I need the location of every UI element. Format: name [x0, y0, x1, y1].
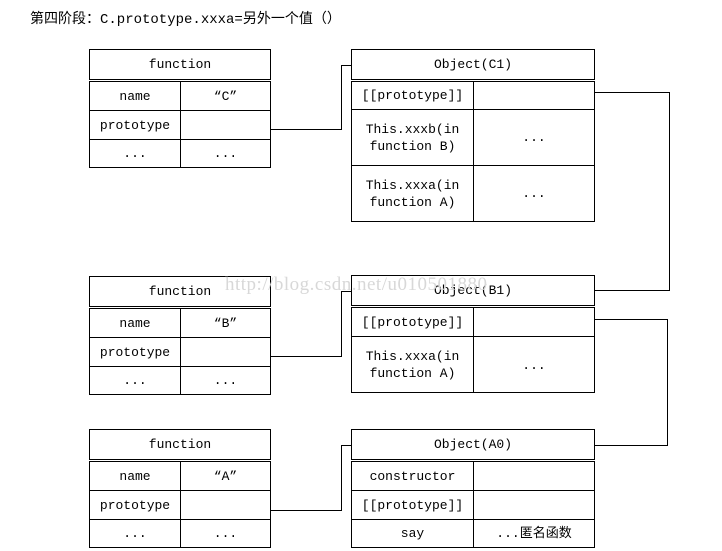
- table-row: name “C”: [90, 82, 270, 111]
- object-c1-header: Object(C1): [351, 49, 595, 80]
- function-a-row-0-value: “A”: [213, 468, 238, 484]
- table-row: name “B”: [90, 309, 270, 338]
- object-b1-table: [[prototype]] This.xxxa(in function A) .…: [351, 307, 595, 393]
- table-row: name “A”: [90, 462, 270, 491]
- connector-b-proto-v: [341, 291, 342, 357]
- object-a0-row-1-value: [474, 491, 594, 519]
- object-b1-row-1-key: This.xxxa(in function A): [352, 337, 474, 393]
- table-row: This.xxxa(in function A) ...: [352, 166, 594, 221]
- connector-c-proto-v: [341, 65, 342, 130]
- object-b1-header: Object(B1): [351, 275, 595, 306]
- connector-a-proto-h1: [270, 510, 342, 511]
- table-row: This.xxxb(in function B) ...: [352, 110, 594, 166]
- function-b-table: name “B” prototype ... ...: [89, 308, 271, 395]
- function-b-row-0-key: name: [90, 309, 181, 337]
- object-c1-row-1-value: ...: [522, 130, 546, 145]
- function-c-row-2-key: ...: [90, 140, 181, 167]
- connector-c-proto-h1: [270, 129, 342, 130]
- table-row: prototype: [90, 111, 270, 140]
- function-c-row-1-key: prototype: [90, 111, 181, 139]
- object-a0-table: constructor [[prototype]] say ...匿名函数: [351, 461, 595, 548]
- function-c-row-1-value: [181, 111, 270, 139]
- object-a0-header: Object(A0): [351, 429, 595, 460]
- function-b-row-0-value: “B”: [213, 315, 238, 331]
- function-a-row-1-key: prototype: [90, 491, 181, 519]
- object-c1-row-0-key: [[prototype]]: [352, 82, 474, 109]
- function-a-header: function: [89, 429, 271, 460]
- connector-a-proto-v: [341, 445, 342, 511]
- table-row: [[prototype]]: [352, 308, 594, 337]
- object-a0-row-2-key: say: [352, 520, 474, 547]
- connector-c1-proto-h1: [594, 92, 670, 93]
- object-a0-row-2-value: ...匿名函数: [496, 526, 572, 541]
- function-b-row-1-key: prototype: [90, 338, 181, 366]
- table-row: This.xxxa(in function A) ...: [352, 337, 594, 393]
- function-c-table: name “C” prototype ... ...: [89, 81, 271, 168]
- connector-c1-proto-v: [669, 92, 670, 290]
- table-row: ... ...: [90, 520, 270, 547]
- function-c-header: function: [89, 49, 271, 80]
- function-a-row-2-value: ...: [213, 526, 238, 541]
- function-a-row-2-key: ...: [90, 520, 181, 547]
- diagram-canvas: 第四阶段：C.prototype.xxxa=另外一个值（） http://blo…: [0, 0, 722, 551]
- function-b-row-1-value: [181, 338, 270, 366]
- object-a0-row-0-key: constructor: [352, 462, 474, 490]
- function-a-row-1-value: [181, 491, 270, 519]
- table-row: say ...匿名函数: [352, 520, 594, 547]
- function-c-row-0-value: “C”: [213, 88, 238, 104]
- connector-b-proto-h1: [270, 356, 342, 357]
- object-c1-row-2-key: This.xxxa(in function A): [352, 166, 474, 221]
- object-a0-row-0-value: [474, 462, 594, 490]
- table-row: [[prototype]]: [352, 491, 594, 520]
- connector-b1-proto-v: [667, 319, 668, 445]
- function-b-row-2-value: ...: [213, 373, 238, 388]
- object-b1-row-0-key: [[prototype]]: [352, 308, 474, 336]
- object-b1-row-1-value: ...: [522, 357, 546, 373]
- connector-c1-proto-h2: [594, 290, 670, 291]
- function-c-row-0-key: name: [90, 82, 181, 110]
- object-c1-table: [[prototype]] This.xxxb(in function B) .…: [351, 81, 595, 222]
- object-b1-row-0-value: [474, 308, 594, 336]
- object-a0-row-1-key: [[prototype]]: [352, 491, 474, 519]
- page-title: 第四阶段：C.prototype.xxxa=另外一个值（）: [30, 12, 341, 28]
- connector-b1-proto-h2: [594, 445, 668, 446]
- table-row: constructor: [352, 462, 594, 491]
- table-row: ... ...: [90, 140, 270, 167]
- object-c1-row-0-value: [474, 82, 594, 109]
- function-a-row-0-key: name: [90, 462, 181, 490]
- function-b-row-2-key: ...: [90, 367, 181, 394]
- table-row: prototype: [90, 491, 270, 520]
- object-c1-row-1-key: This.xxxb(in function B): [352, 110, 474, 165]
- table-row: [[prototype]]: [352, 82, 594, 110]
- function-c-row-2-value: ...: [213, 146, 238, 161]
- connector-b1-proto-h1: [594, 319, 668, 320]
- function-b-header: function: [89, 276, 271, 307]
- object-c1-row-2-value: ...: [522, 186, 546, 201]
- function-a-table: name “A” prototype ... ...: [89, 461, 271, 548]
- table-row: prototype: [90, 338, 270, 367]
- table-row: ... ...: [90, 367, 270, 394]
